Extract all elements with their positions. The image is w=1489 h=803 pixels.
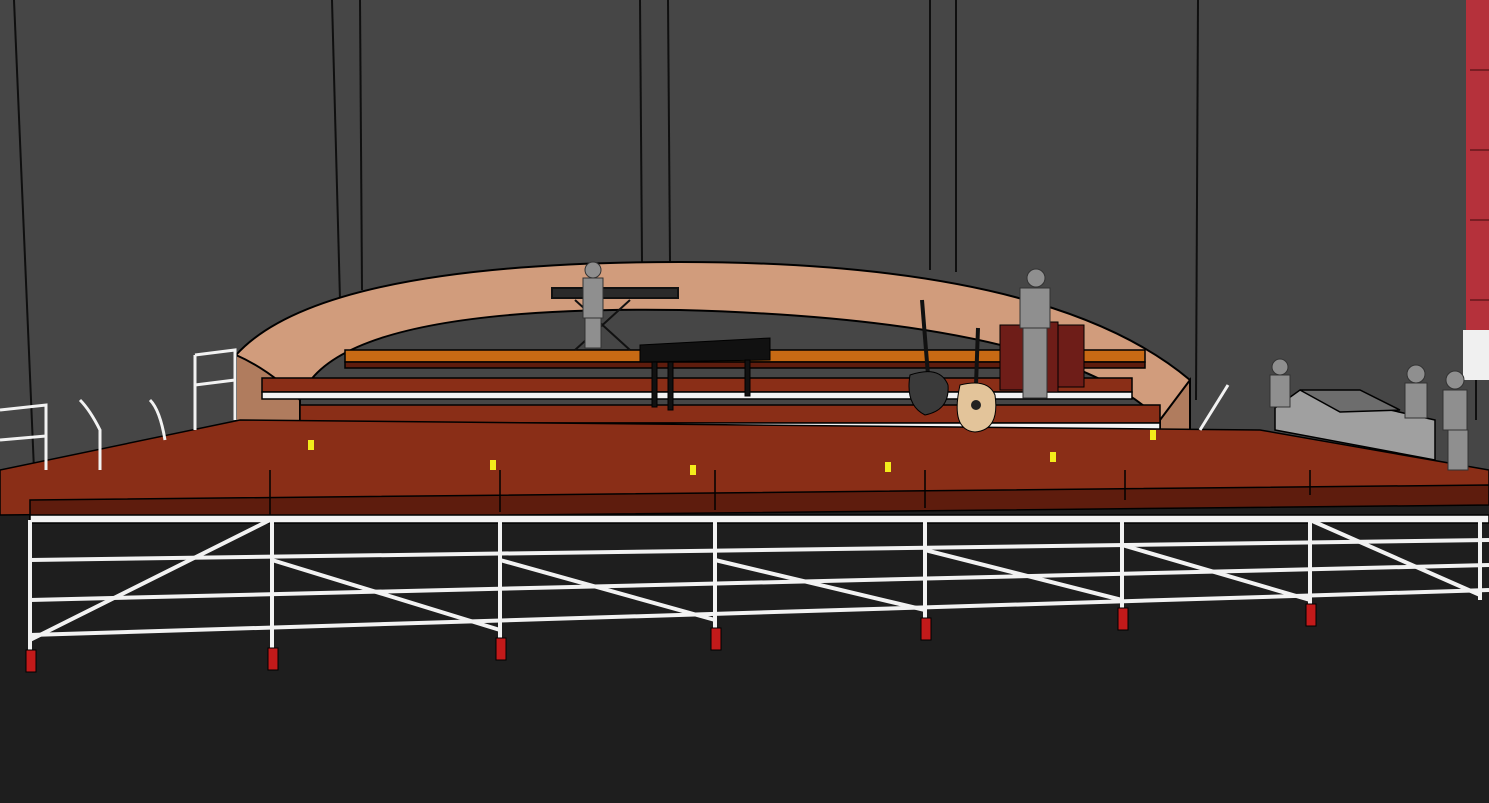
person-figure-icon: [1019, 268, 1051, 399]
red-curtain: [1463, 0, 1489, 380]
scene-canvas: [0, 0, 1489, 803]
model-viewport[interactable]: [0, 0, 1489, 803]
main-deck: [0, 419, 1489, 524]
